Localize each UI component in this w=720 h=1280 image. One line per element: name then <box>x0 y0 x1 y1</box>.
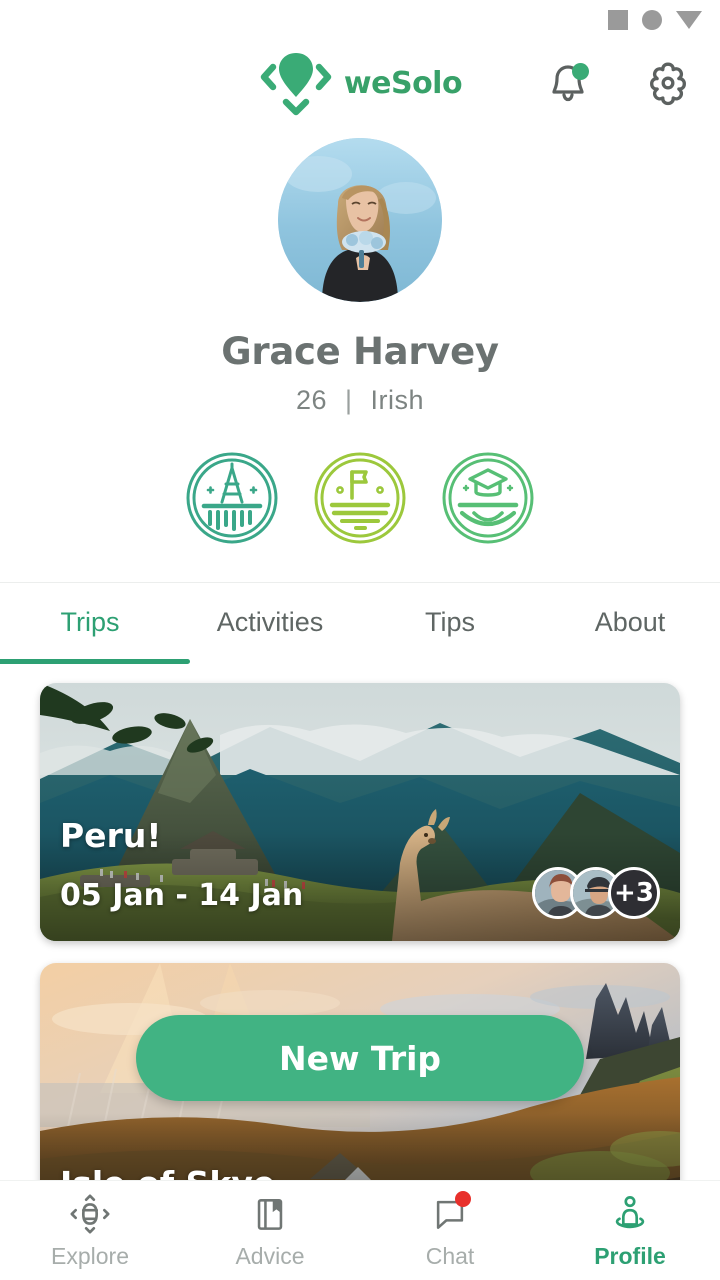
page-title: Grace Harvey <box>221 330 499 373</box>
nav-item-explore[interactable]: Explore <box>0 1181 180 1280</box>
trip-list: Peru! 05 Jan - 14 Jan +3 <box>0 661 720 1221</box>
profile-tabs: Trips Activities Tips About <box>0 582 720 664</box>
book-bookmark-icon <box>247 1191 293 1237</box>
profile-meta: 26 | Irish <box>0 385 720 416</box>
nav-item-profile[interactable]: Profile <box>540 1181 720 1280</box>
meta-separator: | <box>345 385 353 415</box>
map-pin-logo-icon <box>258 47 334 119</box>
settings-button[interactable] <box>644 59 692 107</box>
header-actions <box>544 59 692 107</box>
avatar[interactable] <box>278 138 442 302</box>
nav-item-chat[interactable]: Chat <box>360 1181 540 1280</box>
trip-title: Peru! <box>60 816 162 855</box>
tab-trips[interactable]: Trips <box>0 583 190 664</box>
nav-item-advice[interactable]: Advice <box>180 1181 360 1280</box>
person-pin-icon <box>607 1191 653 1237</box>
app-screen: weSolo Grace Harvey 26 | Irish Trips Act… <box>0 0 720 1280</box>
brand-name: weSolo <box>343 65 463 101</box>
nav-label: Profile <box>594 1243 666 1269</box>
square-icon <box>608 10 628 30</box>
trip-card-peru[interactable]: Peru! 05 Jan - 14 Jan +3 <box>40 683 680 941</box>
triangle-down-icon <box>676 11 702 29</box>
tab-activities[interactable]: Activities <box>180 583 360 661</box>
profile-section: Grace Harvey 26 | Irish <box>0 126 720 546</box>
profile-nationality: Irish <box>370 385 425 415</box>
tab-tips[interactable]: Tips <box>360 583 540 661</box>
tab-list: Trips Activities Tips About <box>0 583 720 664</box>
trip-dates: 05 Jan - 14 Jan <box>60 878 304 913</box>
nav-label: Explore <box>51 1243 129 1269</box>
profile-age: 26 <box>295 385 327 415</box>
participants-overflow: +3 <box>608 867 660 919</box>
notifications-button[interactable] <box>544 59 592 107</box>
graduation-cap-icon <box>468 468 508 497</box>
achievement-badges <box>0 450 720 546</box>
nav-label: Chat <box>425 1243 475 1269</box>
status-bar <box>0 0 720 40</box>
flag-badge[interactable] <box>312 450 408 546</box>
graduation-badge[interactable] <box>440 450 536 546</box>
flag-icon <box>350 470 368 500</box>
notification-badge-dot <box>572 63 589 80</box>
gear-icon <box>650 62 686 106</box>
explore-compass-icon <box>67 1191 113 1237</box>
eiffel-tower-icon <box>206 462 258 504</box>
app-header: weSolo <box>0 40 720 126</box>
trip-participants[interactable]: +3 <box>532 867 660 919</box>
circle-icon <box>642 10 662 30</box>
tower-badge[interactable] <box>184 450 280 546</box>
tab-about[interactable]: About <box>540 583 720 661</box>
new-trip-button[interactable]: New Trip <box>136 1015 584 1101</box>
bottom-navigation: Explore Advice Chat Profile <box>0 1180 720 1280</box>
chat-bubble-icon <box>427 1191 473 1237</box>
nav-label: Advice <box>235 1243 305 1269</box>
chat-badge-dot <box>455 1191 471 1207</box>
